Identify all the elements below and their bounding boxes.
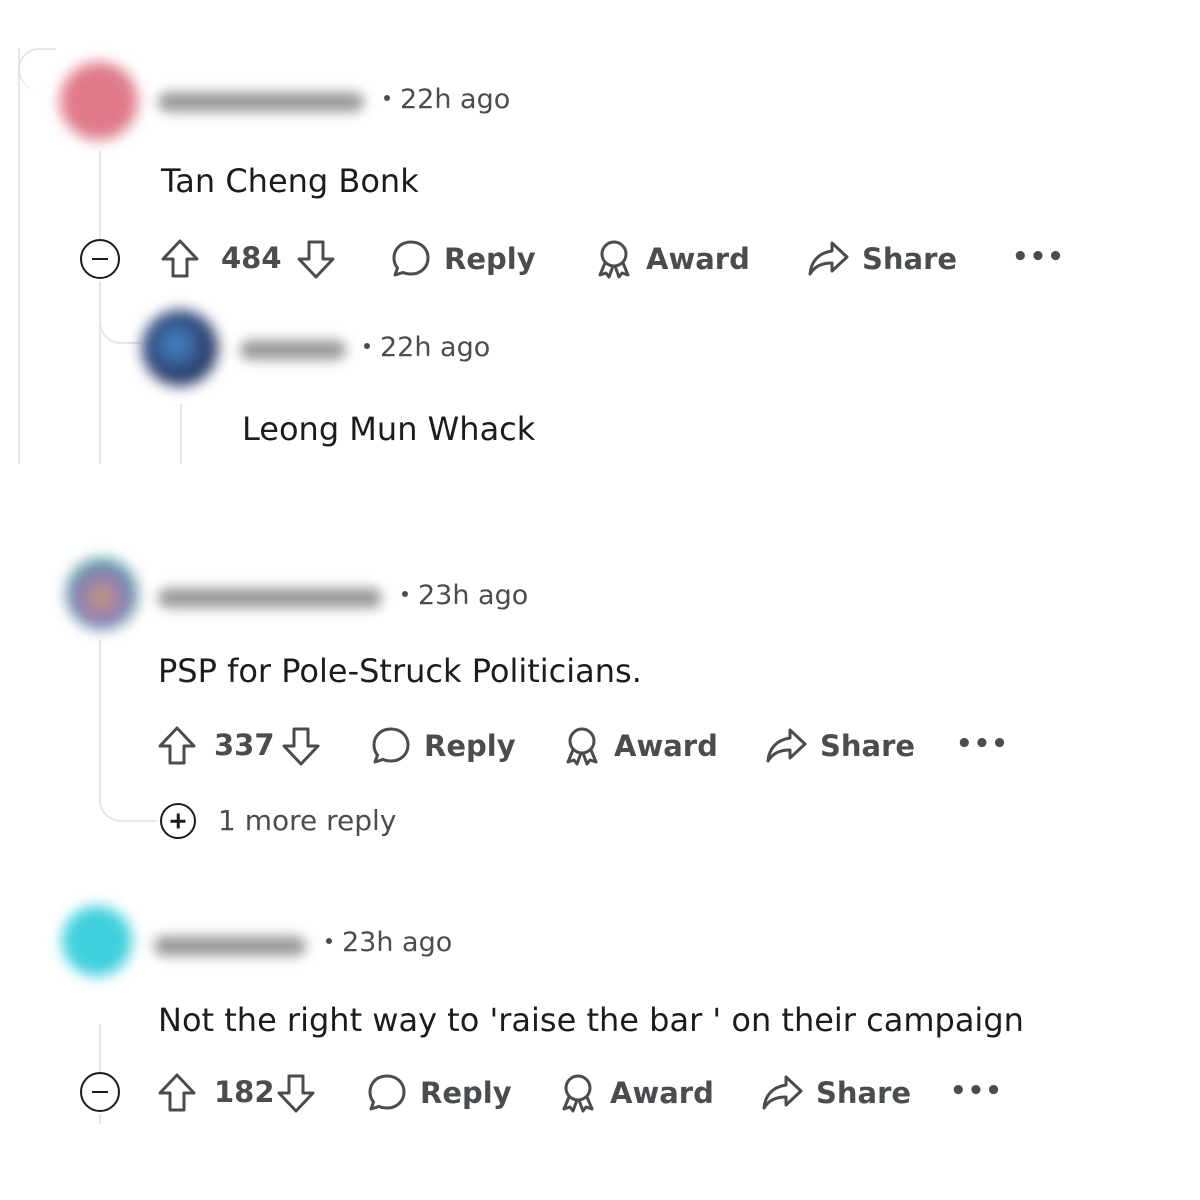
more-replies-connector xyxy=(99,790,157,822)
avatar[interactable] xyxy=(62,906,132,976)
reply-label: Reply xyxy=(424,729,516,763)
reply-button[interactable]: Reply xyxy=(370,725,516,767)
reply-timestamp[interactable]: 22h ago xyxy=(364,332,490,363)
share-icon xyxy=(808,241,849,276)
comment-timestamp[interactable]: 23h ago xyxy=(402,580,528,611)
comment-timestamp[interactable]: 22h ago xyxy=(384,84,510,115)
comment-timestamp[interactable]: 23h ago xyxy=(326,927,452,958)
avatar[interactable] xyxy=(60,62,138,140)
award-button[interactable]: Award xyxy=(594,238,750,280)
comment-body: Tan Cheng Bonk xyxy=(161,162,419,200)
more-replies-link[interactable]: 1 more reply xyxy=(218,804,396,837)
share-button[interactable]: Share xyxy=(806,238,957,280)
downvote-icon[interactable] xyxy=(281,725,321,767)
award-label: Award xyxy=(610,1076,714,1110)
share-icon xyxy=(762,1075,803,1110)
downvote-icon[interactable] xyxy=(276,1072,316,1114)
reply-button[interactable]: Reply xyxy=(366,1072,512,1114)
comment-bubble-icon xyxy=(392,240,430,277)
reply-connector xyxy=(99,300,141,344)
expand-replies-button[interactable] xyxy=(160,803,196,839)
vote-count: 484 xyxy=(221,241,282,275)
avatar[interactable] xyxy=(66,558,138,630)
comment-body: Not the right way to 'raise the bar ' on… xyxy=(158,1001,1024,1039)
thread-line-reply xyxy=(180,404,182,464)
more-options-button[interactable]: ••• xyxy=(1012,242,1065,272)
thread-line-comment xyxy=(99,1024,101,1072)
award-button[interactable]: Award xyxy=(558,1072,714,1114)
share-label: Share xyxy=(816,1076,912,1110)
award-icon xyxy=(562,1074,594,1113)
share-button[interactable]: Share xyxy=(764,725,915,767)
comment-bubble-icon xyxy=(368,1074,406,1111)
more-options-button[interactable]: ••• xyxy=(956,729,1009,759)
award-label: Award xyxy=(614,729,718,763)
upvote-icon[interactable] xyxy=(157,1072,197,1114)
award-icon xyxy=(566,727,598,766)
vote-count: 182 xyxy=(214,1075,275,1109)
collapse-thread-button[interactable] xyxy=(80,239,120,279)
thread-line-comment xyxy=(99,1114,101,1124)
award-button[interactable]: Award xyxy=(562,725,718,767)
share-icon xyxy=(766,728,807,763)
avatar[interactable] xyxy=(142,310,218,386)
reply-body: Leong Mun Whack xyxy=(242,410,536,448)
comment-body: PSP for Pole-Struck Politicians. xyxy=(158,652,642,690)
share-label: Share xyxy=(862,242,958,276)
thread-connector xyxy=(18,48,56,90)
username-blurred[interactable] xyxy=(158,92,364,112)
more-options-button[interactable]: ••• xyxy=(950,1076,1003,1106)
thread-line-comment xyxy=(99,640,101,800)
thread-line-comment xyxy=(99,150,101,240)
thread-line-outer xyxy=(18,48,20,464)
vote-count: 337 xyxy=(214,728,275,762)
share-button[interactable]: Share xyxy=(760,1072,911,1114)
username-blurred[interactable] xyxy=(158,588,382,608)
collapse-thread-button[interactable] xyxy=(80,1072,120,1112)
reply-button[interactable]: Reply xyxy=(390,238,536,280)
downvote-icon[interactable] xyxy=(296,238,336,280)
reply-label: Reply xyxy=(420,1076,512,1110)
share-label: Share xyxy=(820,729,916,763)
comment-bubble-icon xyxy=(372,727,410,764)
upvote-icon[interactable] xyxy=(157,725,197,767)
award-label: Award xyxy=(646,242,750,276)
award-icon xyxy=(598,240,630,279)
reply-label: Reply xyxy=(444,242,536,276)
username-blurred[interactable] xyxy=(154,936,306,956)
username-blurred[interactable] xyxy=(240,340,346,360)
upvote-icon[interactable] xyxy=(160,238,200,280)
